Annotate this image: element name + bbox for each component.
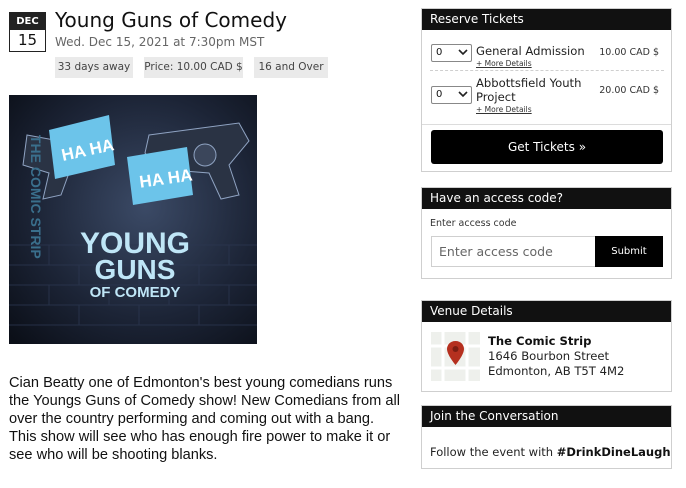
join-conversation-panel: Join the Conversation Follow the event w… [421,405,672,469]
event-poster: HA HA HA HA THE COMIC STRIP YOUNG GUNS O… [9,95,257,344]
more-details-link[interactable]: + More Details [476,59,596,68]
venue-address: The Comic Strip 1646 Bourbon Street Edmo… [488,334,624,379]
ticket-row: 0 General Admission + More Details 10.00… [430,44,664,71]
svg-text:OF COMEDY: OF COMEDY [90,284,181,301]
chevron-down-icon [458,49,468,56]
reserve-tickets-header: Reserve Tickets [422,9,671,30]
venue-map-thumbnail[interactable] [431,332,480,381]
age-restriction-badge: 16 and Over [254,57,328,78]
venue-city: Edmonton, AB T5T 4M2 [488,364,625,378]
more-details-link[interactable]: + More Details [476,105,594,114]
access-code-panel: Have an access code? Enter access code E… [421,187,672,279]
event-description: Cian Beatty one of Edmonton's best young… [9,375,400,463]
event-datetime: Wed. Dec 15, 2021 at 7:30pm MST [55,35,265,49]
venue-details-panel: Venue Details The Comic Strip 1646 Bourb… [421,300,672,392]
access-code-input[interactable]: Enter access code [431,236,596,267]
date-badge: DEC 15 [9,12,46,52]
price-badge: Price: 10.00 CAD $ [144,57,243,78]
ticket-row: 0 Abbottsfield Youth Project + More Deta… [430,76,664,118]
join-conversation-header: Join the Conversation [422,406,671,427]
svg-text:THE COMIC STRIP: THE COMIC STRIP [28,135,44,259]
days-away-badge: 33 days away [55,57,133,78]
date-month: DEC [10,13,45,30]
ticket-name: Abbottsfield Youth Project + More Detail… [476,76,594,114]
ticket-quantity-select[interactable]: 0 [431,44,472,62]
event-title: Young Guns of Comedy [55,8,287,32]
ticket-price: 20.00 CAD $ [599,85,659,96]
venue-street: 1646 Bourbon Street [488,349,610,363]
svg-text:GUNS: GUNS [95,254,176,285]
haha-flag-right: HA HA [127,147,194,205]
event-hashtag[interactable]: #DrinkDineLaugh [557,445,671,459]
ticket-quantity-select[interactable]: 0 [431,86,472,104]
chevron-down-icon [458,91,468,98]
venue-details-header: Venue Details [422,301,671,322]
venue-name[interactable]: The Comic Strip [488,334,624,349]
date-day: 15 [17,31,38,49]
divider [422,124,671,125]
submit-button[interactable]: Submit [595,236,663,267]
access-code-header: Have an access code? [422,188,671,209]
reserve-tickets-panel: Reserve Tickets 0 General Admission + Mo… [421,8,672,172]
social-follow-text: Follow the event with #DrinkDineLaugh [430,445,671,459]
ticket-name: General Admission + More Details [476,44,596,68]
access-code-label: Enter access code [430,218,517,229]
get-tickets-button[interactable]: Get Tickets » [431,130,663,164]
ticket-price: 10.00 CAD $ [599,47,659,58]
